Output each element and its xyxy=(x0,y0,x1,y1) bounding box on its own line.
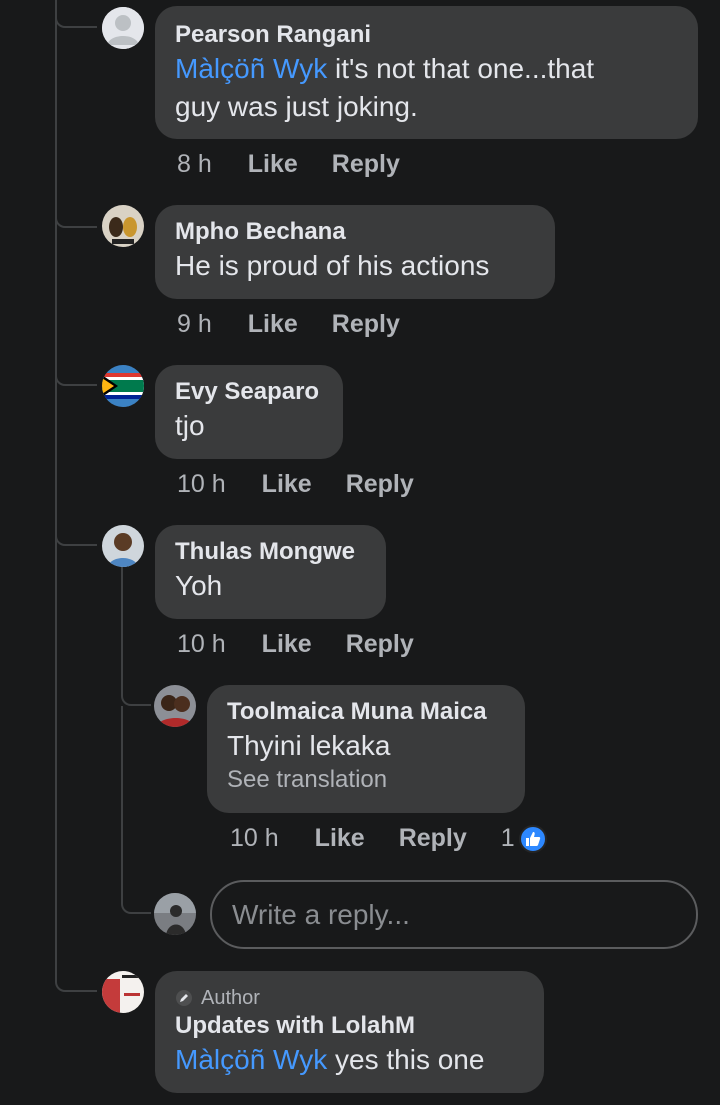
mention-link[interactable]: Màlçöñ Wyk xyxy=(175,53,327,84)
like-button[interactable]: Like xyxy=(262,470,312,499)
like-button[interactable]: Like xyxy=(248,310,298,339)
like-button[interactable]: Like xyxy=(262,630,312,659)
reply-button[interactable]: Reply xyxy=(332,150,400,179)
comment-text: Màlçöñ Wyk yes this one xyxy=(175,1044,485,1075)
comment-actions: 9 h Like Reply xyxy=(177,310,434,339)
comment-text: guy was just joking. xyxy=(175,91,418,122)
commenter-name[interactable]: Thulas Mongwe xyxy=(175,537,366,567)
reply-button[interactable]: Reply xyxy=(399,824,467,853)
reply-bubble: Toolmaica Muna Maica Thyini lekaka See t… xyxy=(207,685,525,813)
avatar[interactable] xyxy=(102,971,144,1013)
nested-thread-branch xyxy=(121,684,151,706)
thread-branch xyxy=(55,950,97,992)
comment-bubble: Evy Seaparo tjo xyxy=(155,365,343,459)
avatar[interactable] xyxy=(102,525,144,567)
reply-button[interactable]: Reply xyxy=(346,470,414,499)
profile-photo-icon xyxy=(102,205,144,247)
timestamp[interactable]: 10 h xyxy=(177,470,226,499)
timestamp[interactable]: 8 h xyxy=(177,150,212,179)
avatar[interactable] xyxy=(102,365,144,407)
like-button[interactable]: Like xyxy=(248,150,298,179)
current-user-avatar xyxy=(154,893,196,935)
timestamp[interactable]: 9 h xyxy=(177,310,212,339)
comment-actions: 10 h Like Reply 1 xyxy=(230,824,547,853)
commenter-name[interactable]: Updates with LolahM xyxy=(175,1011,524,1041)
comment-bubble: Pearson Rangani Màlçöñ Wyk it's not that… xyxy=(155,6,698,139)
comment-actions: 10 h Like Reply xyxy=(177,630,448,659)
comment-text: Thyini lekaka xyxy=(227,730,391,761)
timestamp[interactable]: 10 h xyxy=(230,824,279,853)
comment-text: He is proud of his actions xyxy=(175,250,490,281)
avatar[interactable] xyxy=(102,205,144,247)
profile-photo-icon xyxy=(102,525,144,567)
thread-line xyxy=(55,0,57,970)
page-logo-icon xyxy=(102,971,144,1013)
commenter-name[interactable]: Mpho Bechana xyxy=(175,217,535,247)
thread-branch xyxy=(55,190,97,228)
reaction-count: 1 xyxy=(500,824,515,852)
comment-bubble: Thulas Mongwe Yoh xyxy=(155,525,386,619)
profile-photo-icon xyxy=(154,893,196,935)
pencil-icon xyxy=(176,990,192,1006)
reply-input[interactable]: Write a reply... xyxy=(210,880,698,949)
nested-thread-branch xyxy=(121,706,151,914)
commenter-name[interactable]: Pearson Rangani xyxy=(175,20,678,50)
see-translation-link[interactable]: See translation xyxy=(227,765,505,795)
default-user-icon xyxy=(102,7,144,49)
comment-text: Yoh xyxy=(175,570,223,601)
author-badge: Author xyxy=(175,985,524,1011)
reply-button[interactable]: Reply xyxy=(332,310,400,339)
thread-branch xyxy=(55,350,97,386)
nested-thread-line xyxy=(121,566,123,686)
comment-text: Màlçöñ Wyk it's not that one...that xyxy=(175,53,595,84)
avatar[interactable] xyxy=(102,7,144,49)
mention-link[interactable]: Màlçöñ Wyk xyxy=(175,1044,327,1075)
like-icon xyxy=(518,824,547,853)
like-button[interactable]: Like xyxy=(315,824,365,853)
commenter-name[interactable]: Toolmaica Muna Maica xyxy=(227,697,505,727)
comment-actions: 10 h Like Reply xyxy=(177,470,448,499)
flag-profile-icon xyxy=(102,365,144,407)
comment-thread: Pearson Rangani Màlçöñ Wyk it's not that… xyxy=(0,0,720,1105)
comment-text: tjo xyxy=(175,410,205,441)
comment-bubble: Mpho Bechana He is proud of his actions xyxy=(155,205,555,299)
comment-bubble: Author Updates with LolahM Màlçöñ Wyk ye… xyxy=(155,971,544,1093)
commenter-name[interactable]: Evy Seaparo xyxy=(175,377,323,407)
timestamp[interactable]: 10 h xyxy=(177,630,226,659)
avatar[interactable] xyxy=(154,685,196,727)
reply-button[interactable]: Reply xyxy=(346,630,414,659)
thread-branch xyxy=(55,510,97,546)
reply-input-placeholder: Write a reply... xyxy=(232,898,410,930)
profile-photo-icon xyxy=(154,685,196,727)
comment-actions: 8 h Like Reply xyxy=(177,150,434,179)
thread-branch xyxy=(55,0,97,28)
reaction-summary[interactable]: 1 xyxy=(501,824,547,853)
